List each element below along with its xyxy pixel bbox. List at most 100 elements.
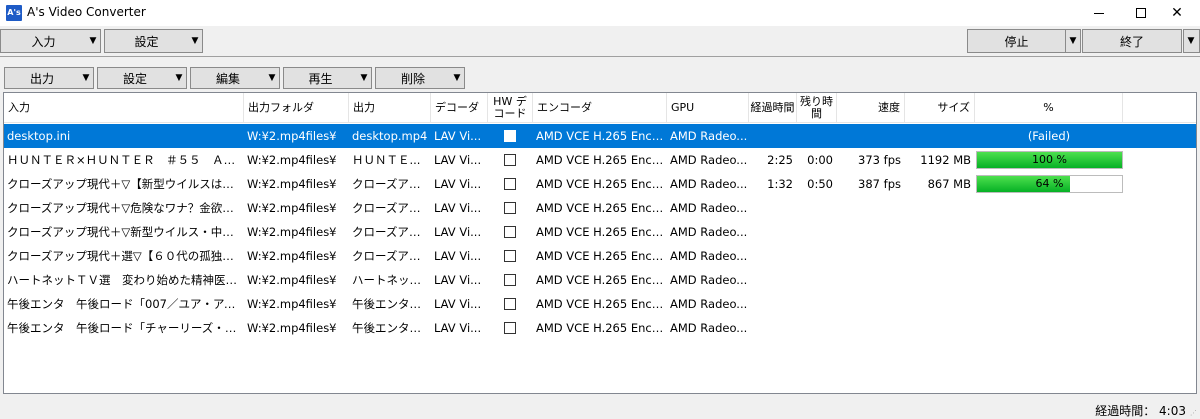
cell-output: ＨＵＮＴＥ...: [352, 153, 421, 167]
cell-input: 午後エンタ 午後ロード「チャーリーズ・エンジェル」...: [7, 321, 242, 335]
cell-gpu: AMD Radeo...: [670, 297, 748, 311]
hw-decode-checkbox[interactable]: [504, 226, 516, 238]
settings-button-label: 設定: [134, 34, 159, 49]
maximize-icon: [1136, 8, 1146, 18]
column-header-encoder[interactable]: エンコーダ: [533, 93, 667, 122]
cell-decoder: LAV Vi...: [434, 249, 482, 263]
table-row[interactable]: クローズアップ現代＋選▽【６０代の孤独死】外... W:¥2.mp4files¥…: [4, 244, 1196, 268]
column-header-gpu[interactable]: GPU: [667, 93, 749, 122]
column-header-percent[interactable]: %: [975, 93, 1123, 122]
cell-decoder: LAV Vi...: [434, 177, 482, 191]
cell-output-folder: W:¥2.mp4files¥: [247, 297, 337, 311]
cell-speed: 373 fps: [858, 153, 901, 167]
cell-gpu: AMD Radeo...: [670, 249, 748, 263]
job-list[interactable]: 入力 出力フォルダ 出力 デコーダ HW デコード エンコーダ GPU 経過時間…: [3, 92, 1197, 394]
cell-gpu: AMD Radeo...: [670, 321, 748, 335]
exit-dropdown-button[interactable]: ▼: [1183, 29, 1200, 53]
cell-gpu: AMD Radeo...: [670, 153, 748, 167]
title-bar: A's A's Video Converter ✕: [0, 0, 1200, 26]
close-button[interactable]: ✕: [1154, 0, 1200, 26]
table-row[interactable]: 午後エンタ 午後ロード「チャーリーズ・エンジェル」... W:¥2.mp4fil…: [4, 316, 1196, 340]
cell-output-folder: W:¥2.mp4files¥: [247, 177, 337, 191]
delete-menu-button[interactable]: 削除 ▼: [375, 67, 465, 89]
cell-output: 午後エンタ ...: [352, 321, 431, 335]
chevron-down-icon[interactable]: ▼: [1066, 36, 1080, 46]
stop-button-label: 停止: [1004, 34, 1029, 49]
cell-input: 午後エンタ 午後ロード「007／ユア・アイズ・オンリ...: [7, 297, 242, 311]
cell-size: 1192 MB: [920, 153, 971, 167]
table-row[interactable]: ハートネットＴＶ選 変わり始めた精神医療２▽... W:¥2.mp4files¥…: [4, 268, 1196, 292]
cell-input: クローズアップ現代＋▽【新型ウイルスは】軽症と重...: [7, 177, 242, 191]
exit-button[interactable]: 終了: [1082, 29, 1182, 53]
chevron-down-icon: ▼: [175, 73, 183, 83]
stop-button[interactable]: 停止 ▼: [967, 29, 1081, 53]
chevron-down-icon: ▼: [453, 73, 461, 83]
hw-decode-checkbox[interactable]: [504, 178, 516, 190]
cell-remaining: 0:50: [807, 177, 833, 191]
cell-size: 867 MB: [927, 177, 971, 191]
play-menu-label: 再生: [308, 71, 333, 86]
cell-remaining: 0:00: [807, 153, 833, 167]
chevron-down-icon: ▼: [82, 73, 90, 83]
output-menu-button[interactable]: 出力 ▼: [4, 67, 94, 89]
minimize-button[interactable]: [1076, 0, 1122, 26]
table-row[interactable]: ＨＵＮＴＥＲ×ＨＵＮＴＥＲ ＃５５ Ａｎ... W:¥2.mp4files¥ Ｈ…: [4, 148, 1196, 172]
cell-output-folder: W:¥2.mp4files¥: [247, 321, 337, 335]
cell-input: ＨＵＮＴＥＲ×ＨＵＮＴＥＲ ＃５５ Ａｎ...: [7, 153, 242, 167]
status-bar: 経過時間： 4:03 ⋰: [0, 398, 1200, 419]
chevron-down-icon: ▼: [360, 73, 368, 83]
table-row[interactable]: desktop.ini W:¥2.mp4files¥ desktop.mp4 L…: [4, 124, 1196, 148]
edit-menu-label: 編集: [215, 71, 240, 86]
cell-decoder: LAV Vi...: [434, 225, 482, 239]
output-menu-label: 出力: [29, 71, 54, 86]
cell-output: ハートネットＴ...: [352, 273, 431, 287]
table-row[interactable]: クローズアップ現代＋▽新型ウイルス・中国市民の... W:¥2.mp4files…: [4, 220, 1196, 244]
input-button-label: 入力: [31, 34, 56, 49]
list-settings-button[interactable]: 設定 ▼: [97, 67, 187, 89]
column-header-output[interactable]: 出力: [349, 93, 431, 122]
column-header-speed[interactable]: 速度: [837, 93, 905, 122]
cell-output-folder: W:¥2.mp4files¥: [247, 129, 337, 143]
play-menu-button[interactable]: 再生 ▼: [283, 67, 372, 89]
hw-decode-checkbox[interactable]: [504, 130, 516, 142]
cell-encoder: AMD VCE H.265 Enco...: [536, 249, 667, 263]
hw-decode-checkbox[interactable]: [504, 202, 516, 214]
toolbar-divider: [0, 56, 1200, 57]
column-header-remaining[interactable]: 残り時間: [797, 93, 837, 122]
cell-input: クローズアップ現代＋▽新型ウイルス・中国市民の...: [7, 225, 242, 239]
cell-speed: 387 fps: [858, 177, 901, 191]
hw-decode-checkbox[interactable]: [504, 322, 516, 334]
column-header-size[interactable]: サイズ: [905, 93, 975, 122]
column-header-hw-decode[interactable]: HW デコード: [488, 93, 533, 122]
cell-gpu: AMD Radeo...: [670, 177, 748, 191]
exit-button-label: 終了: [1119, 34, 1144, 49]
chevron-down-icon: ▼: [1187, 36, 1195, 46]
chevron-down-icon: ▼: [191, 36, 199, 46]
resize-grip-icon[interactable]: ⋰: [1190, 409, 1198, 417]
column-header-elapsed[interactable]: 経過時間: [749, 93, 797, 122]
cell-decoder: LAV Vi...: [434, 153, 482, 167]
hw-decode-checkbox[interactable]: [504, 298, 516, 310]
cell-decoder: LAV Vi...: [434, 273, 482, 287]
column-header-input[interactable]: 入力: [4, 93, 244, 122]
hw-decode-checkbox[interactable]: [504, 250, 516, 262]
input-button[interactable]: 入力 ▼: [0, 29, 101, 53]
cell-input: クローズアップ現代＋選▽【６０代の孤独死】外...: [7, 249, 242, 263]
table-row[interactable]: 午後エンタ 午後ロード「007／ユア・アイズ・オンリ... W:¥2.mp4fi…: [4, 292, 1196, 316]
cell-input: ハートネットＴＶ選 変わり始めた精神医療２▽...: [7, 273, 242, 287]
edit-menu-button[interactable]: 編集 ▼: [190, 67, 280, 89]
cell-encoder: AMD VCE H.265 Enco...: [536, 225, 667, 239]
table-row[interactable]: クローズアップ現代＋▽危険なワナ？金欲しさに"... W:¥2.mp4files…: [4, 196, 1196, 220]
cell-output: クローズアップ...: [352, 249, 431, 263]
hw-decode-checkbox[interactable]: [504, 274, 516, 286]
cell-encoder: AMD VCE H.265 Enco...: [536, 153, 667, 167]
table-row[interactable]: クローズアップ現代＋▽【新型ウイルスは】軽症と重... W:¥2.mp4file…: [4, 172, 1196, 196]
settings-button[interactable]: 設定 ▼: [104, 29, 203, 53]
column-header-decoder[interactable]: デコーダ: [431, 93, 488, 122]
cell-encoder: AMD VCE H.265 Enco...: [536, 273, 667, 287]
hw-decode-checkbox[interactable]: [504, 154, 516, 166]
elapsed-label: 経過時間：: [1095, 404, 1156, 418]
cell-output-folder: W:¥2.mp4files¥: [247, 201, 337, 215]
column-header-output-folder[interactable]: 出力フォルダ: [244, 93, 349, 122]
cell-decoder: LAV Vi...: [434, 201, 482, 215]
